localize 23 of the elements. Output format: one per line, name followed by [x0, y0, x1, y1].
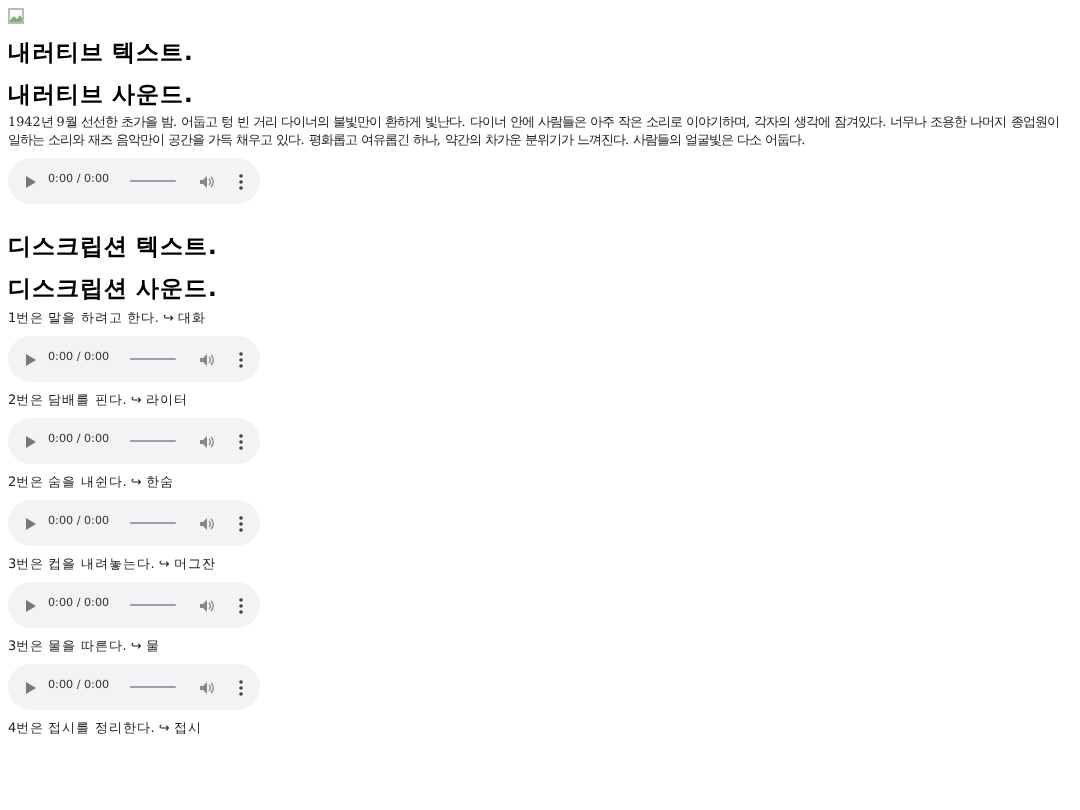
play-icon[interactable]: [26, 681, 36, 693]
volume-icon[interactable]: [200, 681, 214, 693]
volume-icon[interactable]: [200, 599, 214, 611]
more-options-icon[interactable]: [238, 351, 244, 367]
play-icon[interactable]: [26, 353, 36, 365]
volume-icon[interactable]: [200, 517, 214, 529]
section-heading: 내러티브 텍스트.: [8, 38, 195, 66]
more-options-icon[interactable]: [238, 679, 244, 695]
play-icon[interactable]: [26, 435, 36, 447]
play-icon[interactable]: [26, 517, 36, 529]
section-heading: 디스크립션 사운드.: [8, 274, 219, 302]
play-icon[interactable]: [26, 599, 36, 611]
section-heading: 디스크립션 텍스트.: [8, 232, 219, 260]
volume-icon[interactable]: [200, 435, 214, 447]
play-icon[interactable]: [26, 175, 36, 187]
more-options-icon[interactable]: [238, 515, 244, 531]
more-options-icon[interactable]: [238, 433, 244, 449]
more-options-icon[interactable]: [238, 597, 244, 613]
volume-icon[interactable]: [200, 175, 214, 187]
section-heading: 내러티브 사운드.: [8, 80, 195, 108]
volume-icon[interactable]: [200, 353, 214, 365]
more-options-icon[interactable]: [238, 173, 244, 189]
broken-image-icon: [8, 8, 24, 24]
